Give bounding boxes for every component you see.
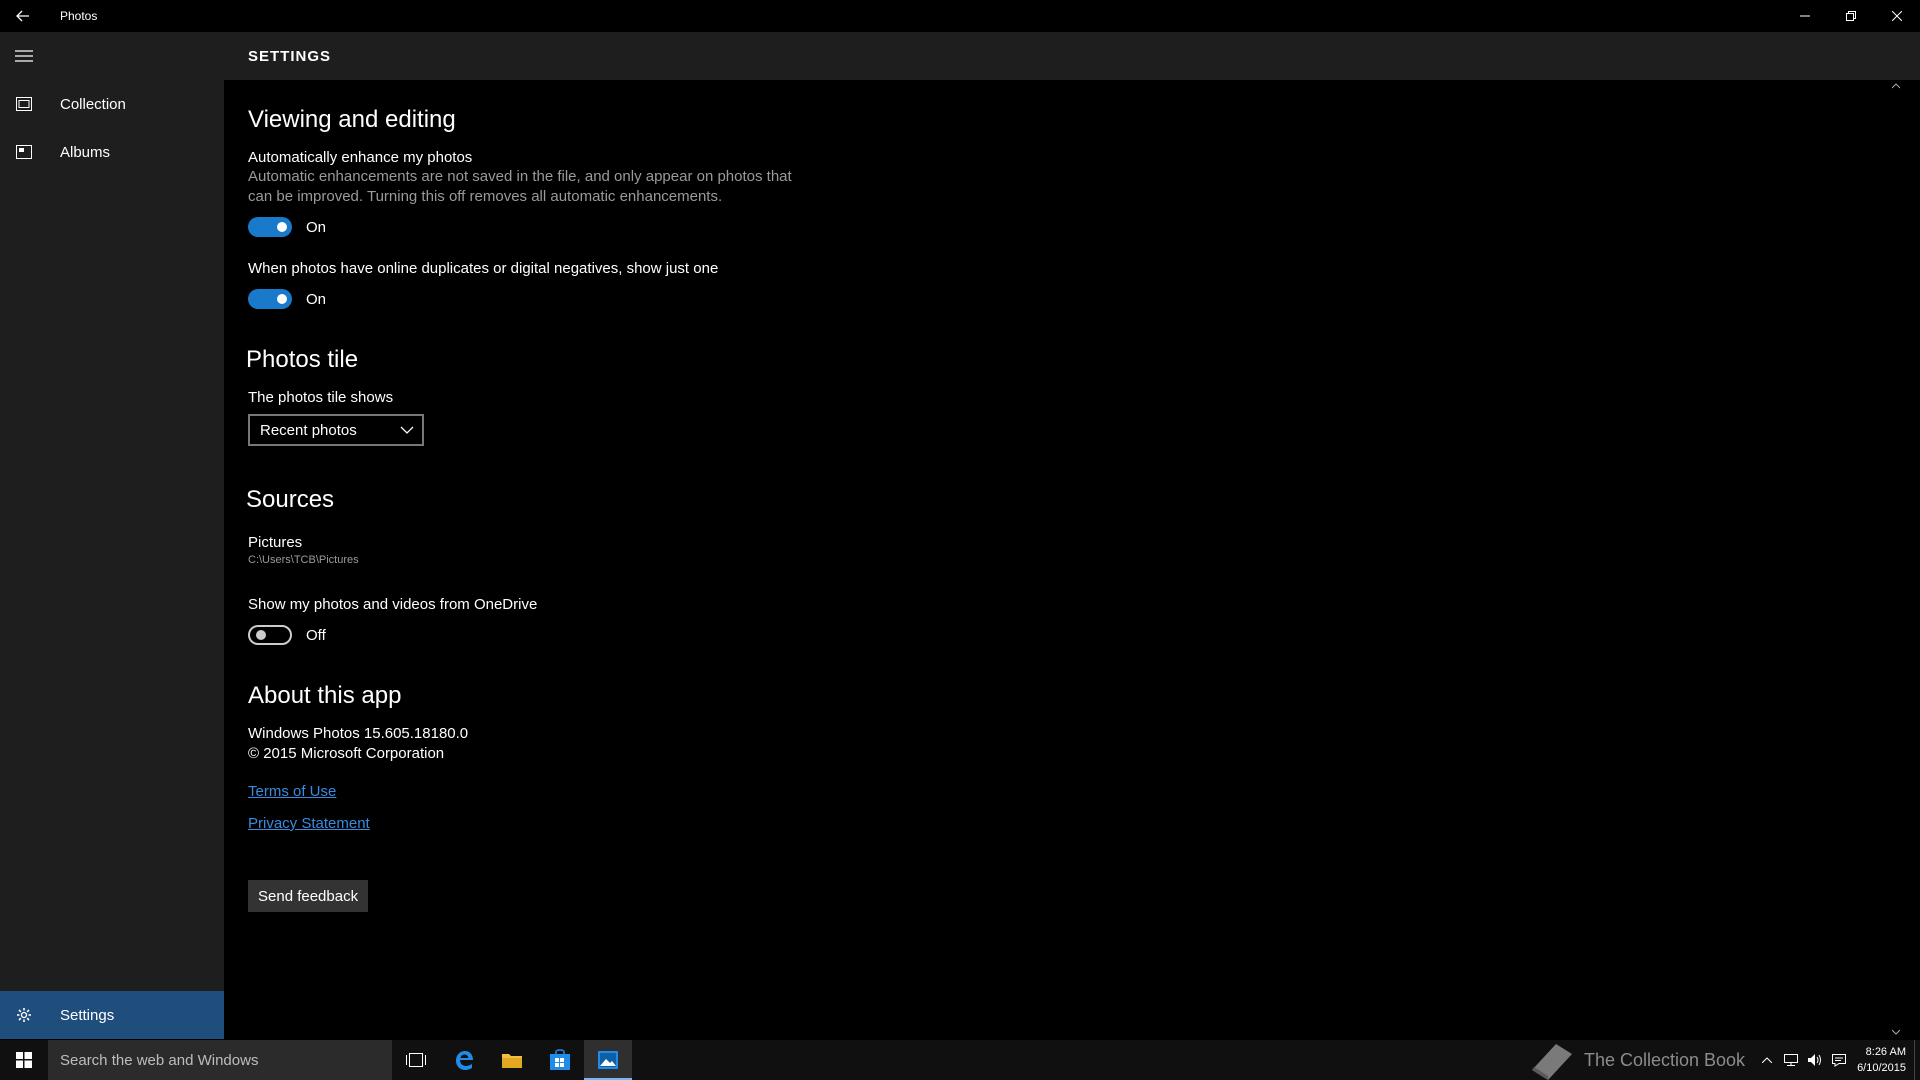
scroll-down-arrow[interactable] bbox=[1890, 1026, 1902, 1038]
onedrive-label: Show my photos and videos from OneDrive bbox=[248, 596, 538, 613]
enhance-label: Automatically enhance my photos bbox=[248, 149, 473, 166]
network-icon bbox=[1784, 1054, 1799, 1066]
toggle-track[interactable] bbox=[248, 289, 292, 309]
notification-icon bbox=[1832, 1054, 1847, 1067]
back-arrow-icon bbox=[16, 10, 29, 22]
volume-button[interactable] bbox=[1803, 1040, 1827, 1080]
speaker-icon bbox=[1808, 1054, 1822, 1066]
enhance-state: On bbox=[306, 218, 327, 236]
duplicates-state: On bbox=[306, 290, 327, 308]
nav-item-albums[interactable]: Albums bbox=[0, 128, 224, 176]
privacy-statement-link[interactable]: Privacy Statement bbox=[248, 815, 370, 832]
chevron-down-icon bbox=[1892, 1029, 1900, 1035]
watermark: The Collection Book bbox=[1526, 1040, 1745, 1080]
clock-date: 6/10/2015 bbox=[1857, 1062, 1906, 1074]
edge-button[interactable] bbox=[440, 1040, 488, 1080]
toggle-knob bbox=[277, 294, 287, 304]
search-placeholder: Search the web and Windows bbox=[60, 1051, 259, 1069]
collection-icon bbox=[0, 80, 48, 128]
clock-time: 8:26 AM bbox=[1865, 1046, 1906, 1058]
copyright: © 2015 Microsoft Corporation bbox=[248, 745, 445, 762]
nav-label: Collection bbox=[60, 95, 126, 113]
hamburger-button[interactable] bbox=[0, 32, 48, 80]
action-center-button[interactable] bbox=[1827, 1040, 1851, 1080]
scroll-up-arrow[interactable] bbox=[1890, 80, 1902, 92]
toggle-track[interactable] bbox=[248, 625, 292, 645]
section-title-sources: Sources bbox=[246, 486, 335, 513]
duplicates-label: When photos have online duplicates or di… bbox=[248, 260, 719, 277]
tile-label: The photos tile shows bbox=[248, 389, 394, 406]
title-bar: Photos bbox=[0, 0, 1920, 32]
file-explorer-button[interactable] bbox=[488, 1040, 536, 1080]
close-icon bbox=[1892, 11, 1902, 21]
folder-icon bbox=[502, 1054, 522, 1068]
task-view-button[interactable] bbox=[392, 1040, 440, 1080]
section-title-tile: Photos tile bbox=[246, 346, 359, 373]
toggle-track[interactable] bbox=[248, 217, 292, 237]
toggle-knob bbox=[277, 222, 287, 232]
send-feedback-button[interactable]: Send feedback bbox=[248, 880, 369, 912]
back-button[interactable] bbox=[0, 0, 46, 32]
show-hidden-icons-button[interactable] bbox=[1755, 1040, 1779, 1080]
watermark-text: The Collection Book bbox=[1583, 1049, 1746, 1070]
chevron-up-icon bbox=[1892, 83, 1900, 89]
taskbar-search[interactable]: Search the web and Windows bbox=[48, 1040, 392, 1080]
tile-dropdown-value: Recent photos bbox=[260, 421, 357, 439]
minimize-icon bbox=[1800, 15, 1810, 17]
photos-app-icon bbox=[598, 1051, 618, 1069]
task-view-icon bbox=[406, 1053, 426, 1067]
settings-content: Viewing and editing Automatically enhanc… bbox=[224, 80, 1904, 1039]
store-bag-icon bbox=[550, 1049, 570, 1070]
duplicates-toggle[interactable]: On bbox=[248, 289, 326, 309]
page-title: SETTINGS bbox=[248, 47, 332, 65]
app-title: Photos bbox=[60, 9, 98, 23]
source-folder-path: C:\Users\TCB\Pictures bbox=[248, 554, 359, 566]
store-button[interactable] bbox=[536, 1040, 584, 1080]
minimize-button[interactable] bbox=[1782, 0, 1828, 32]
photos-taskbar-button[interactable] bbox=[584, 1040, 632, 1080]
clock[interactable]: 8:26 AM 6/10/2015 bbox=[1857, 1044, 1906, 1076]
window-controls bbox=[1782, 0, 1920, 32]
book-icon bbox=[1531, 1044, 1572, 1080]
restore-button[interactable] bbox=[1828, 0, 1874, 32]
edge-browser-icon bbox=[456, 1051, 473, 1070]
section-title-about: About this app bbox=[248, 682, 402, 709]
page-header: SETTINGS bbox=[224, 32, 1920, 80]
chevron-down-icon bbox=[400, 426, 414, 434]
albums-icon bbox=[0, 128, 48, 176]
section-title-viewing: Viewing and editing bbox=[248, 106, 456, 133]
nav-item-collection[interactable]: Collection bbox=[0, 80, 224, 128]
onedrive-state: Off bbox=[306, 626, 326, 644]
enhance-description: Automatic enhancements are not saved in … bbox=[248, 168, 792, 205]
taskbar: Search the web and Windows The Collectio… bbox=[0, 1040, 1920, 1080]
gear-icon bbox=[0, 991, 48, 1039]
start-button[interactable] bbox=[0, 1040, 48, 1080]
system-tray: The Collection Book 8:26 AM 6/10/2015 bbox=[1526, 1040, 1920, 1080]
show-desktop-button[interactable] bbox=[1914, 1040, 1920, 1080]
close-button[interactable] bbox=[1874, 0, 1920, 32]
app-version: Windows Photos 15.605.18180.0 bbox=[248, 725, 469, 742]
terms-of-use-link[interactable]: Terms of Use bbox=[248, 783, 336, 800]
network-button[interactable] bbox=[1779, 1040, 1803, 1080]
enhance-toggle[interactable]: On bbox=[248, 217, 326, 237]
hamburger-icon bbox=[15, 50, 33, 62]
toggle-knob bbox=[256, 630, 266, 640]
onedrive-toggle[interactable]: Off bbox=[248, 625, 326, 645]
nav-item-settings[interactable]: Settings bbox=[0, 991, 224, 1039]
restore-icon bbox=[1846, 11, 1856, 21]
nav-label: Albums bbox=[60, 143, 111, 161]
nav-label: Settings bbox=[60, 1006, 115, 1024]
source-folder-name[interactable]: Pictures bbox=[248, 534, 302, 551]
windows-logo-icon bbox=[16, 1052, 32, 1068]
tile-dropdown[interactable]: Recent photos bbox=[248, 414, 424, 446]
chevron-up-icon bbox=[1762, 1057, 1773, 1063]
side-nav: Collection Albums Settings bbox=[0, 32, 224, 1039]
